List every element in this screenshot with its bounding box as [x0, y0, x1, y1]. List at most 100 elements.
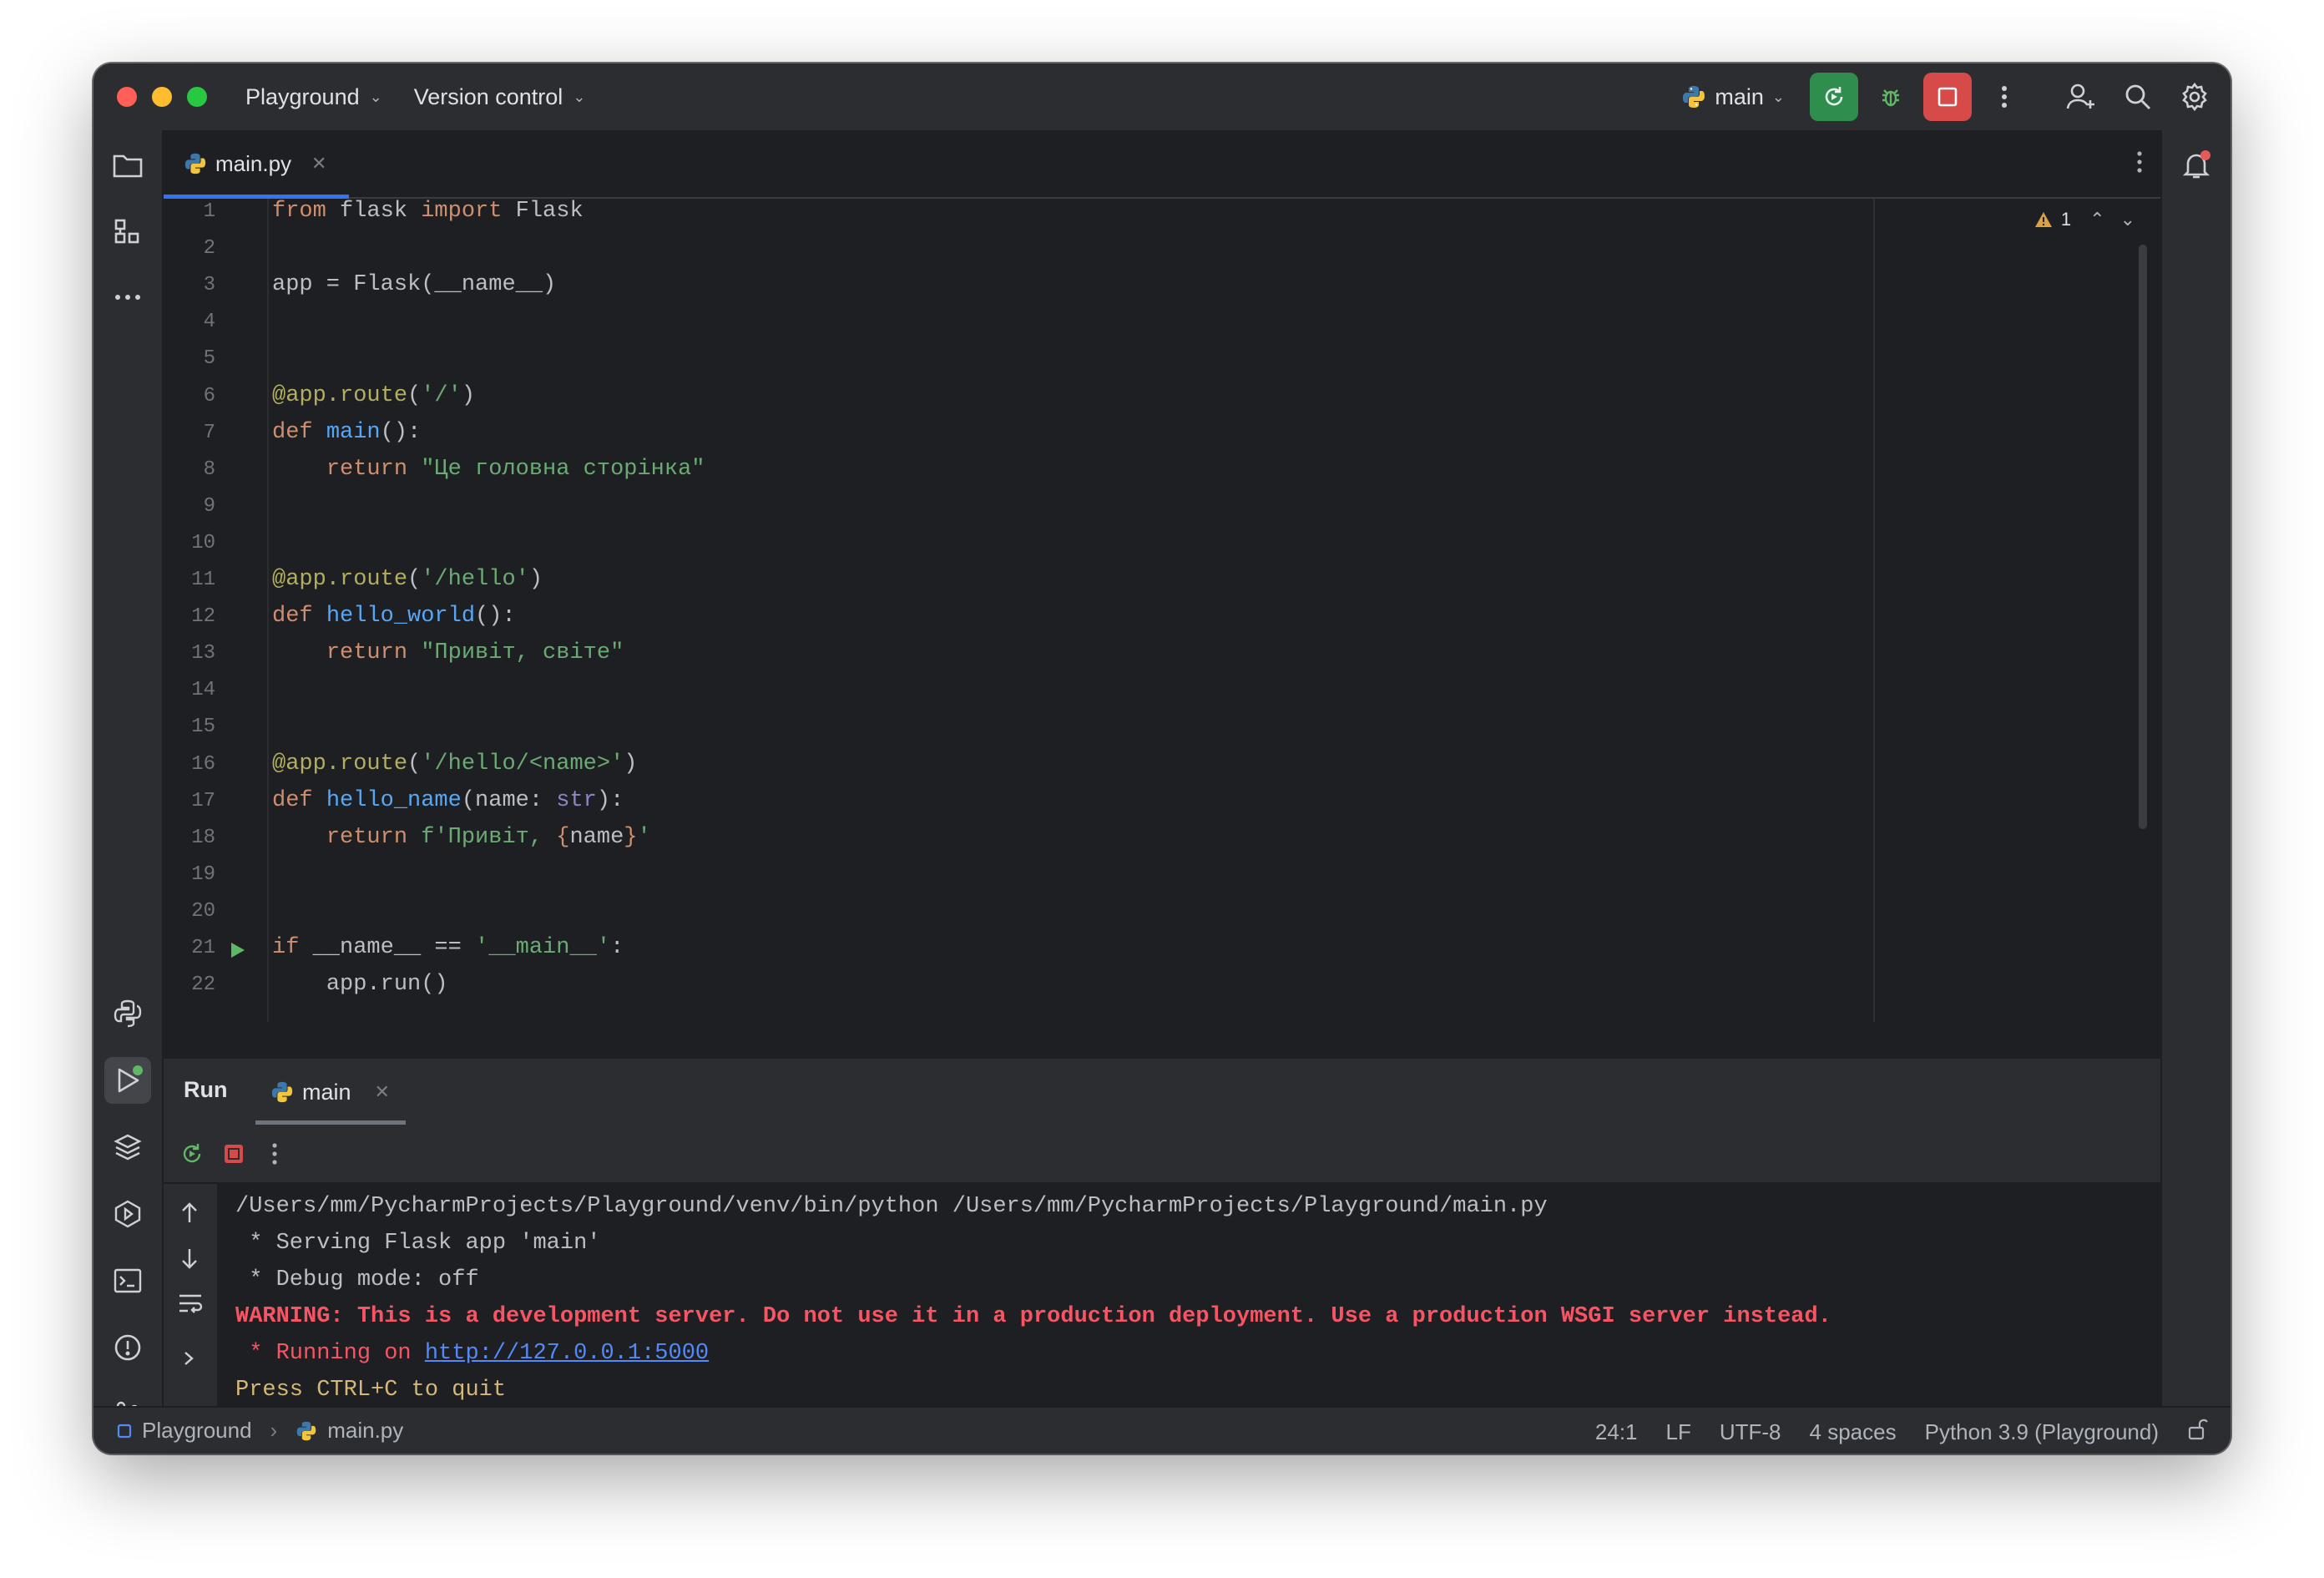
more-tools-button[interactable]: [104, 274, 151, 321]
line-number: 15: [191, 716, 215, 739]
window-controls: [117, 87, 207, 107]
arrow-up-icon: [182, 1202, 197, 1222]
run-tool-button[interactable]: [104, 1057, 151, 1104]
rerun-button[interactable]: [1810, 73, 1858, 121]
line-separator[interactable]: LF: [1666, 1419, 1691, 1445]
line-number: 21: [191, 937, 215, 959]
python-icon: [271, 1081, 293, 1103]
settings-button[interactable]: [2170, 73, 2219, 121]
run-window-title: Run: [184, 1077, 228, 1102]
inspection-widget[interactable]: 1 ⌃ ⌄: [2034, 209, 2135, 230]
stop-button[interactable]: [1923, 73, 1972, 121]
more-actions-button[interactable]: [1980, 73, 2028, 121]
console-line: * Running on http://127.0.0.1:5000: [235, 1341, 710, 1366]
code-line: @app.route('/hello'): [272, 567, 543, 592]
rerun-button[interactable]: [179, 1141, 205, 1171]
soft-wrap-button[interactable]: [177, 1291, 204, 1320]
stop-icon: [1938, 87, 1958, 107]
editor-scrollbar[interactable]: [2139, 245, 2147, 829]
ide-window: Playground ⌄ Version control ⌄ main ⌄ ma…: [93, 63, 2231, 1454]
code-line: def hello_world():: [272, 604, 516, 629]
line-number-gutter: 1 2 3 4 5 6 7 8 9 10 11 12 13 14 15 16 17 18 19 20 21 22: [164, 199, 269, 1022]
run-configuration-dropdown[interactable]: main ⌄: [1681, 84, 1785, 110]
problems-icon: [114, 1334, 141, 1361]
inspection-count: 1: [2060, 209, 2072, 230]
console-side-toolbar: [164, 1184, 217, 1423]
stop-icon: [225, 1145, 243, 1163]
more-run-actions-button[interactable]: [270, 1141, 279, 1171]
read-only-toggle[interactable]: [2187, 1418, 2209, 1447]
python-interpreter[interactable]: Python 3.9 (Playground): [1925, 1419, 2159, 1445]
project-tool-button[interactable]: [104, 142, 151, 189]
scroll-up-button[interactable]: [179, 1201, 200, 1230]
line-number: 16: [191, 752, 215, 776]
line-number: 8: [203, 458, 215, 481]
caret-position[interactable]: 24:1: [1595, 1419, 1638, 1445]
search-everywhere-button[interactable]: [2114, 73, 2162, 121]
kebab-menu-icon: [2002, 86, 2007, 108]
python-packages-tool-button[interactable]: [104, 990, 151, 1037]
run-header: Run main ✕: [164, 1059, 2160, 1125]
file-encoding[interactable]: UTF-8: [1720, 1419, 1781, 1445]
close-tab-icon[interactable]: ✕: [375, 1081, 390, 1103]
python-outline-icon: [114, 999, 142, 1028]
project-dropdown[interactable]: Playground ⌄: [245, 84, 382, 110]
line-number: 20: [191, 899, 215, 923]
code-line: @app.route('/'): [272, 383, 476, 408]
left-tool-strip: [93, 130, 164, 1429]
close-window-button[interactable]: [117, 87, 137, 107]
code-line: app.run(): [326, 972, 448, 997]
rerun-icon: [183, 1144, 201, 1163]
tab-actions-button[interactable]: [2135, 149, 2144, 180]
gear-icon: [2182, 82, 2207, 112]
python-file-icon: [184, 153, 206, 174]
close-tab-icon[interactable]: ✕: [311, 153, 326, 174]
line-number: 1: [203, 200, 215, 223]
scroll-down-button[interactable]: [179, 1246, 200, 1275]
kebab-menu-icon: [272, 1143, 277, 1165]
stop-button[interactable]: [222, 1142, 245, 1170]
line-number: 12: [191, 605, 215, 629]
code-editor[interactable]: 1 2 3 4 5 6 7 8 9 10 11 12 13 14 15 16 17 18 19 20 21 22 1 ⌃ …: [164, 199, 2160, 1022]
structure-tool-button[interactable]: [104, 209, 151, 255]
breadcrumb-project[interactable]: Playground: [142, 1418, 252, 1444]
problems-tool-button[interactable]: [104, 1324, 151, 1371]
zoom-window-button[interactable]: [187, 87, 207, 107]
tab-main-py[interactable]: main.py ✕: [164, 130, 349, 199]
breadcrumb-file[interactable]: main.py: [327, 1418, 403, 1444]
line-number: 7: [203, 421, 215, 444]
soft-wrap-icon: [179, 1294, 203, 1313]
add-user-button[interactable]: [2057, 73, 2105, 121]
run-tool-window: Run main ✕ /Users/mm/PycharmProjects/Pla…: [164, 1059, 2160, 1423]
code-line: if __name__ == '__main__':: [272, 935, 624, 960]
chevron-down-icon: ⌄: [369, 88, 382, 105]
code-line: return f'Привіт, {name}': [326, 825, 651, 850]
server-url-link[interactable]: http://127.0.0.1:5000: [425, 1341, 709, 1366]
layers-tool-button[interactable]: [104, 1124, 151, 1171]
code-line: return "Це головна сторінка": [326, 457, 705, 482]
notifications-button[interactable]: [2173, 142, 2220, 189]
line-number: 4: [203, 311, 215, 334]
previous-highlight-icon[interactable]: ⌃: [2089, 209, 2104, 230]
indent-setting[interactable]: 4 spaces: [1810, 1419, 1897, 1445]
line-number: 9: [203, 494, 215, 518]
console-line: * Debug mode: off: [235, 1267, 479, 1292]
debug-button[interactable]: [1867, 73, 1915, 121]
terminal-tool-button[interactable]: [104, 1257, 151, 1304]
code-line: def hello_name(name: str):: [272, 788, 624, 813]
line-number: 5: [203, 347, 215, 371]
code-line: app = Flask(__name__): [272, 272, 557, 297]
expand-more-button[interactable]: [180, 1348, 197, 1373]
services-tool-button[interactable]: [104, 1191, 151, 1237]
version-control-dropdown[interactable]: Version control ⌄: [414, 84, 586, 110]
next-highlight-icon[interactable]: ⌄: [2120, 209, 2135, 230]
run-configuration-name: main: [1715, 83, 1764, 109]
console-line: Press CTRL+C to quit: [235, 1378, 507, 1403]
status-widgets: 24:1 LF UTF-8 4 spaces Python 3.9 (Playg…: [1595, 1418, 2209, 1447]
run-arrow-icon: [231, 943, 245, 958]
run-gutter-button[interactable]: [229, 940, 247, 968]
run-console-output[interactable]: /Users/mm/PycharmProjects/Playground/ven…: [217, 1184, 2160, 1423]
minimize-window-button[interactable]: [152, 87, 172, 107]
python-icon: [1683, 86, 1705, 108]
run-tab-main[interactable]: main ✕: [255, 1059, 406, 1125]
